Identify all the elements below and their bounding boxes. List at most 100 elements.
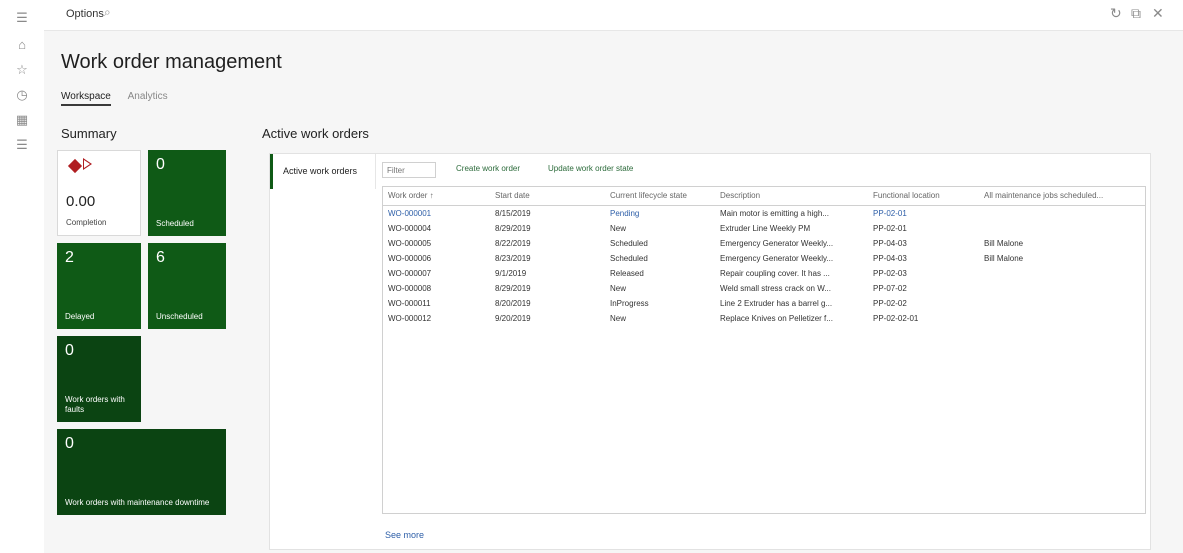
completion-diamond-icon — [67, 158, 83, 174]
lifecycle-state: New — [610, 314, 627, 323]
lifecycle-state: New — [610, 284, 627, 293]
table-row[interactable]: WO-000012 9/20/2019 New Replace Knives o… — [383, 314, 1145, 329]
options-title[interactable]: Options — [66, 8, 104, 20]
lifecycle-state: Released — [610, 269, 644, 278]
unscheduled-label: Unscheduled — [156, 312, 203, 321]
tab-workspace[interactable]: Workspace — [61, 91, 111, 106]
faults-tile[interactable]: 0 Work orders with faults — [57, 336, 141, 422]
col-header-maintenance-jobs[interactable]: All maintenance jobs scheduled... — [984, 191, 1103, 200]
filter-input[interactable] — [382, 162, 436, 178]
col-header-work-order[interactable]: Work order ↑ — [388, 191, 434, 200]
delayed-value: 2 — [65, 249, 74, 266]
functional-location: PP-04-03 — [873, 239, 907, 248]
lifecycle-state: Scheduled — [610, 254, 648, 263]
lifecycle-state: New — [610, 224, 627, 233]
description: Extruder Line Weekly PM — [720, 224, 811, 233]
tab-analytics[interactable]: Analytics — [128, 91, 168, 102]
work-order-id[interactable]: WO-000008 — [388, 284, 431, 293]
description: Replace Knives on Pelletizer f... — [720, 314, 833, 323]
workspaces-icon[interactable]: ▦ — [14, 112, 30, 128]
faults-value: 0 — [65, 342, 74, 359]
update-work-order-state-button[interactable]: Update work order state — [548, 164, 633, 173]
functional-location-link[interactable]: PP-02-01 — [873, 209, 907, 218]
functional-location: PP-02-03 — [873, 269, 907, 278]
maintenance-jobs: Bill Malone — [984, 239, 1024, 248]
modules-list-icon[interactable]: ☰ — [14, 137, 30, 153]
home-icon[interactable]: ⌂ — [14, 37, 30, 53]
refresh-icon[interactable]: ↻ — [1110, 5, 1122, 22]
table-row[interactable]: WO-000011 8/20/2019 InProgress Line 2 Ex… — [383, 299, 1145, 314]
lifecycle-state: InProgress — [610, 299, 649, 308]
recent-clock-icon[interactable]: ◷ — [14, 87, 30, 103]
functional-location: PP-02-02-01 — [873, 314, 919, 323]
description: Main motor is emitting a high... — [720, 209, 829, 218]
downtime-value: 0 — [65, 435, 74, 452]
side-tab-active-work-orders[interactable]: Active work orders — [270, 154, 376, 189]
work-order-id[interactable]: WO-000005 — [388, 239, 431, 248]
table-row[interactable]: WO-000006 8/23/2019 Scheduled Emergency … — [383, 254, 1145, 269]
scheduled-label: Scheduled — [156, 219, 194, 228]
downtime-label: Work orders with maintenance downtime — [65, 498, 210, 507]
active-work-orders-panel: Active work orders Create work order Upd… — [269, 153, 1151, 550]
completion-label: Completion — [66, 218, 107, 227]
table-row[interactable]: WO-000001 8/15/2019 Pending Main motor i… — [383, 209, 1145, 224]
functional-location: PP-04-03 — [873, 254, 907, 263]
start-date: 8/22/2019 — [495, 239, 531, 248]
work-order-id[interactable]: WO-000007 — [388, 269, 431, 278]
work-orders-grid: Work order ↑ Start date Current lifecycl… — [382, 186, 1146, 514]
search-icon[interactable]: ⌕ — [104, 5, 111, 20]
start-date: 8/15/2019 — [495, 209, 531, 218]
hamburger-menu-icon[interactable]: ☰ — [14, 10, 30, 26]
open-in-new-icon[interactable]: ⧉ — [1131, 5, 1141, 22]
col-header-start-date[interactable]: Start date — [495, 191, 530, 200]
lifecycle-state-link[interactable]: Pending — [610, 209, 639, 218]
table-row[interactable]: WO-000004 8/29/2019 New Extruder Line We… — [383, 224, 1145, 239]
start-date: 8/23/2019 — [495, 254, 531, 263]
scheduled-tile[interactable]: 0 Scheduled — [148, 150, 226, 236]
description: Weld small stress crack on W... — [720, 284, 831, 293]
faults-label: Work orders with faults — [65, 395, 125, 414]
table-row[interactable]: WO-000005 8/22/2019 Scheduled Emergency … — [383, 239, 1145, 254]
work-order-id[interactable]: WO-000006 — [388, 254, 431, 263]
work-order-id[interactable]: WO-000011 — [388, 299, 431, 308]
start-date: 9/20/2019 — [495, 314, 531, 323]
completion-tile[interactable]: 0.00 Completion — [57, 150, 141, 236]
work-order-id[interactable]: WO-000012 — [388, 314, 431, 323]
delayed-label: Delayed — [65, 312, 95, 321]
functional-location: PP-02-02 — [873, 299, 907, 308]
description: Repair coupling cover. It has ... — [720, 269, 830, 278]
start-date: 8/29/2019 — [495, 224, 531, 233]
create-work-order-button[interactable]: Create work order — [456, 164, 520, 173]
downtime-tile[interactable]: 0 Work orders with maintenance downtime — [57, 429, 226, 515]
grid-header: Work order ↑ Start date Current lifecycl… — [383, 187, 1145, 206]
star-icon[interactable]: ☆ — [14, 62, 30, 78]
table-row[interactable]: WO-000008 8/29/2019 New Weld small stres… — [383, 284, 1145, 299]
functional-location: PP-07-02 — [873, 284, 907, 293]
description: Line 2 Extruder has a barrel g... — [720, 299, 833, 308]
unscheduled-tile[interactable]: 6 Unscheduled — [148, 243, 226, 329]
lifecycle-state: Scheduled — [610, 239, 648, 248]
workspace-tabs: Workspace Analytics — [61, 91, 182, 106]
close-icon[interactable]: ✕ — [1152, 5, 1164, 22]
table-row[interactable]: WO-000007 9/1/2019 Released Repair coupl… — [383, 269, 1145, 284]
delayed-tile[interactable]: 2 Delayed — [57, 243, 141, 329]
top-bar: Options ⌕ ↻ ⧉ ✕ — [44, 0, 1183, 31]
description: Emergency Generator Weekly... — [720, 254, 834, 263]
active-work-orders-title: Active work orders — [262, 126, 369, 141]
maintenance-jobs: Bill Malone — [984, 254, 1024, 263]
workspace-content: Work order management Workspace Analytic… — [44, 31, 1183, 553]
see-more-link[interactable]: See more — [385, 530, 424, 540]
col-header-functional-location[interactable]: Functional location — [873, 191, 940, 200]
side-tab-label: Active work orders — [283, 166, 358, 176]
description: Emergency Generator Weekly... — [720, 239, 834, 248]
page-title: Work order management — [61, 51, 282, 73]
col-header-lifecycle-state[interactable]: Current lifecycle state — [610, 191, 687, 200]
start-date: 8/20/2019 — [495, 299, 531, 308]
col-header-description[interactable]: Description — [720, 191, 760, 200]
work-order-id[interactable]: WO-000004 — [388, 224, 431, 233]
completion-play-icon — [83, 158, 92, 170]
start-date: 8/29/2019 — [495, 284, 531, 293]
unscheduled-value: 6 — [156, 249, 165, 266]
completion-value: 0.00 — [66, 193, 96, 210]
work-order-link[interactable]: WO-000001 — [388, 209, 431, 218]
